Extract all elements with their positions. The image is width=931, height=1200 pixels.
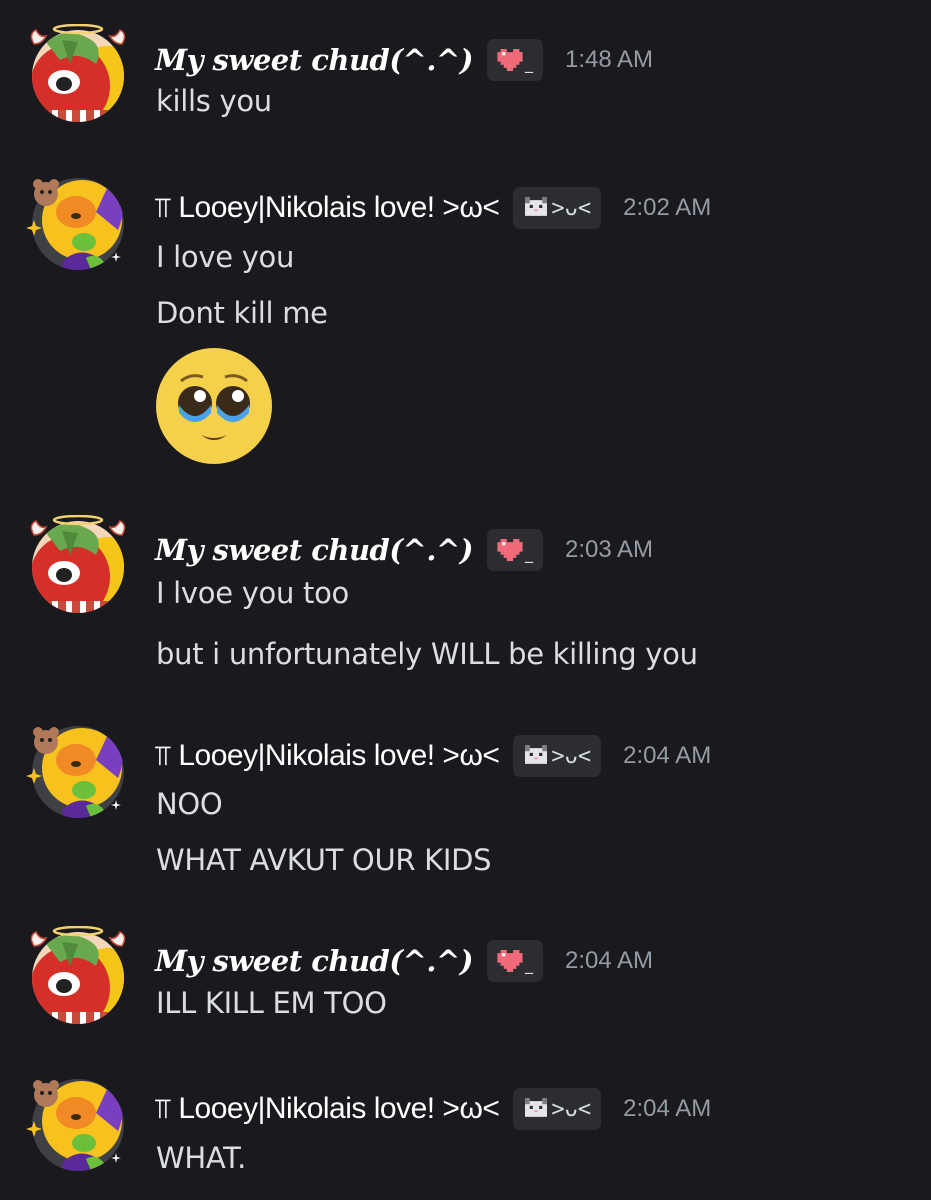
- timestamp[interactable]: 2:04 AM: [623, 742, 711, 770]
- message-text: ILL KILL EM TOO: [156, 986, 387, 1020]
- username-text: Looey|Nikolais love! >ω<: [178, 1092, 500, 1125]
- message-text: but i unfortunately WILL be killing you: [156, 637, 698, 671]
- username[interactable]: My sweet chud(^.^): [155, 944, 473, 978]
- username[interactable]: ⫪ Looey|Nikolais love! >ω<: [155, 1092, 500, 1126]
- username[interactable]: ⫪ Looey|Nikolais love! >ω<: [155, 739, 500, 773]
- username-symbol: ⫪: [155, 1092, 171, 1125]
- avatar[interactable]: [26, 24, 130, 128]
- pixel-cat-icon: [523, 1098, 549, 1120]
- user-tag[interactable]: >ᴗ<: [513, 1088, 602, 1130]
- timestamp[interactable]: 2:02 AM: [623, 194, 711, 222]
- timestamp[interactable]: 1:48 AM: [565, 46, 653, 74]
- tag-suffix: _: [524, 955, 533, 974]
- avatar[interactable]: [26, 172, 130, 276]
- message-header: My sweet chud(^.^) _ 1:48 AM: [155, 36, 653, 84]
- avatar[interactable]: [26, 720, 130, 824]
- timestamp[interactable]: 2:04 AM: [565, 947, 653, 975]
- message-header: ⫪ Looey|Nikolais love! >ω< >ᴗ< 2:04 AM: [155, 1085, 711, 1133]
- tag-text: >ᴗ<: [551, 743, 592, 769]
- user-tag[interactable]: >ᴗ<: [513, 735, 602, 777]
- message-text: WHAT.: [156, 1141, 247, 1175]
- message-text: NOO: [156, 787, 223, 821]
- tag-suffix: _: [524, 544, 533, 563]
- message-header: ⫪ Looey|Nikolais love! >ω< >ᴗ< 2:04 AM: [155, 732, 711, 780]
- username-symbol: ⫪: [155, 739, 171, 772]
- username[interactable]: My sweet chud(^.^): [155, 43, 473, 77]
- user-tag[interactable]: >ᴗ<: [513, 187, 602, 229]
- user-tag[interactable]: _: [486, 940, 543, 982]
- message-header: My sweet chud(^.^) _ 2:03 AM: [155, 526, 653, 574]
- timestamp[interactable]: 2:04 AM: [623, 1095, 711, 1123]
- avatar[interactable]: [26, 515, 130, 619]
- pleading-face-emoji: [155, 347, 273, 469]
- avatar[interactable]: [26, 1073, 130, 1177]
- pixel-cat-icon: [523, 197, 549, 219]
- username-text: Looey|Nikolais love! >ω<: [178, 739, 500, 772]
- tag-text: >ᴗ<: [551, 1096, 592, 1122]
- username-symbol: ⫪: [155, 191, 171, 224]
- tag-text: >ᴗ<: [551, 195, 592, 221]
- pixel-cat-icon: [523, 745, 549, 767]
- user-tag[interactable]: _: [486, 529, 543, 571]
- message-text: Dont kill me: [156, 296, 328, 330]
- user-tag[interactable]: _: [486, 39, 543, 81]
- pixel-heart-icon: [497, 950, 523, 972]
- message-text: kills you: [156, 84, 272, 118]
- username-text: Looey|Nikolais love! >ω<: [178, 191, 500, 224]
- message-text: I love you: [156, 240, 295, 274]
- avatar[interactable]: [26, 926, 130, 1030]
- tag-suffix: _: [524, 54, 533, 73]
- username[interactable]: ⫪ Looey|Nikolais love! >ω<: [155, 191, 500, 225]
- username[interactable]: My sweet chud(^.^): [155, 533, 473, 567]
- message-header: ⫪ Looey|Nikolais love! >ω< >ᴗ< 2:02 AM: [155, 184, 711, 232]
- message-header: My sweet chud(^.^) _ 2:04 AM: [155, 937, 653, 985]
- message-text: I lvoe you too: [156, 576, 349, 610]
- timestamp[interactable]: 2:03 AM: [565, 536, 653, 564]
- pixel-heart-icon: [497, 49, 523, 71]
- pixel-heart-icon: [497, 539, 523, 561]
- message-text: WHAT AVKUT OUR KIDS: [156, 843, 492, 877]
